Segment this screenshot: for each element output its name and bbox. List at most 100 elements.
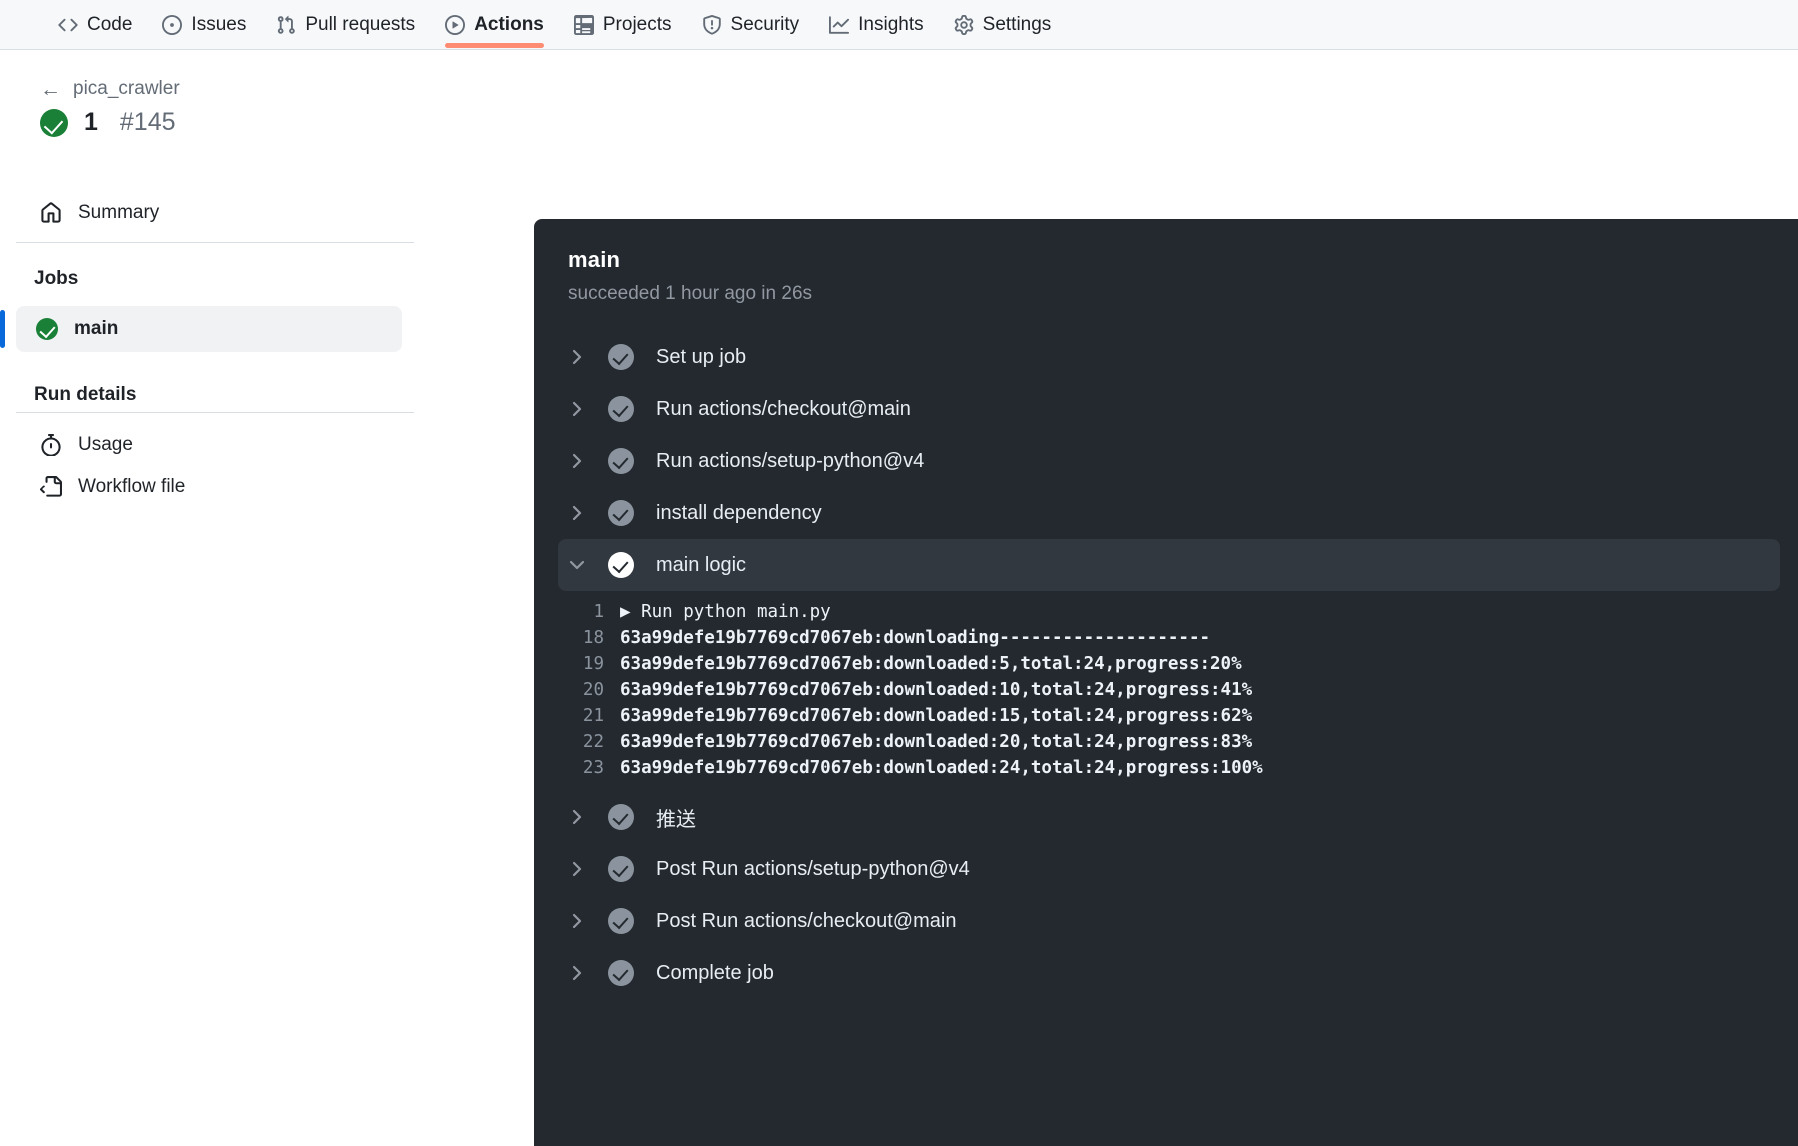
step-success-icon — [608, 960, 634, 986]
job-step-row[interactable]: install dependency — [534, 487, 1798, 539]
nav-item-pull-requests[interactable]: Pull requests — [276, 0, 415, 50]
log-line-text: 63a99defe19b7769cd7067eb:downloaded:5,to… — [620, 654, 1242, 674]
log-line-text: 63a99defe19b7769cd7067eb:downloaded:10,t… — [620, 680, 1253, 700]
step-output-console: 1 ▶ Run python main.py 18 63a99defe19b7769c… — [534, 591, 1798, 791]
chevron-down-icon[interactable] — [568, 556, 586, 574]
repo-name-label: pica_crawler — [73, 78, 180, 99]
play-icon — [445, 14, 466, 35]
run-success-icon — [40, 108, 68, 137]
run-name-label: 1 — [84, 108, 98, 136]
log-line-text: 63a99defe19b7769cd7067eb:downloading----… — [620, 628, 1211, 648]
chevron-right-icon[interactable] — [568, 860, 586, 878]
job-step-label: Post Run actions/setup-python@v4 — [656, 857, 970, 880]
log-line: 23 63a99defe19b7769cd7067eb:downloaded:24… — [534, 755, 1798, 781]
log-line-text: 63a99defe19b7769cd7067eb:downloaded:15,t… — [620, 706, 1253, 726]
nav-item-insights[interactable]: Insights — [829, 0, 924, 50]
log-line: 19 63a99defe19b7769cd7067eb:downloaded:5,… — [534, 651, 1798, 677]
nav-item-label: Pull requests — [305, 13, 416, 35]
sidebar-divider-bottom — [16, 412, 414, 413]
nav-item-label: Security — [730, 13, 800, 35]
run-sidebar: ← pica_crawler 1 #145 Summary Jobs main … — [0, 50, 480, 1146]
nav-item-label: Projects — [602, 13, 672, 35]
gear-icon — [954, 14, 974, 35]
step-success-icon — [608, 448, 634, 474]
job-step-label: Complete job — [656, 961, 774, 984]
sidebar-item-usage-label: Usage — [78, 434, 133, 455]
log-line-number: 18 — [582, 628, 604, 648]
graph-icon — [829, 15, 850, 35]
nav-item-label: Actions — [474, 13, 544, 35]
chevron-right-icon[interactable] — [568, 912, 586, 930]
sidebar-item-workflow-file[interactable]: Workflow file — [26, 464, 416, 510]
nav-item-settings[interactable]: Settings — [954, 0, 1051, 50]
log-line-text: 63a99defe19b7769cd7067eb:downloaded:24,t… — [620, 758, 1263, 778]
nav-item-label: Issues — [191, 13, 247, 35]
step-success-icon — [608, 804, 634, 830]
sidebar-divider-top — [16, 242, 414, 243]
log-line-number: 20 — [582, 680, 604, 700]
step-success-icon — [608, 856, 634, 882]
job-step-row[interactable]: Complete job — [534, 947, 1798, 999]
job-step-row[interactable]: Post Run actions/setup-python@v4 — [534, 843, 1798, 895]
run-title: 1 #145 — [40, 108, 176, 137]
stopwatch-icon — [40, 434, 62, 456]
sidebar-job-main-label: main — [74, 318, 119, 339]
shield-icon — [702, 14, 722, 35]
job-step-row[interactable]: Run actions/setup-python@v4 — [534, 435, 1798, 487]
nav-item-code[interactable]: Code — [58, 0, 132, 50]
job-step-label: main logic — [656, 553, 747, 576]
nav-item-issues[interactable]: Issues — [162, 0, 246, 50]
sidebar-item-workflow-file-label: Workflow file — [78, 476, 186, 497]
chevron-right-icon[interactable] — [568, 964, 586, 982]
job-step-label: Set up job — [656, 345, 747, 368]
sidebar-item-usage[interactable]: Usage — [26, 422, 416, 468]
code-icon — [58, 15, 78, 35]
job-step-row[interactable]: Run actions/checkout@main — [534, 383, 1798, 435]
log-line-text: 63a99defe19b7769cd7067eb:downloaded:20,t… — [620, 732, 1253, 752]
job-step-row[interactable]: 推送 — [534, 791, 1798, 843]
log-line-number: 22 — [582, 732, 604, 752]
nav-item-actions[interactable]: Actions — [445, 0, 544, 50]
sidebar-job-main[interactable]: main — [0, 306, 402, 352]
step-success-icon — [608, 396, 634, 422]
sidebar-item-summary-label: Summary — [78, 202, 160, 223]
arrow-left-icon: ← — [40, 77, 61, 101]
jobs-heading: Jobs — [34, 268, 79, 289]
job-step-label: Run actions/setup-python@v4 — [656, 449, 925, 472]
git-pull-request-icon — [276, 15, 296, 35]
back-to-repo-link[interactable]: ← pica_crawler — [40, 78, 180, 100]
job-step-label: 推送 — [656, 808, 696, 831]
log-line: 21 63a99defe19b7769cd7067eb:downloaded:15… — [534, 703, 1798, 729]
step-success-icon — [608, 344, 634, 370]
repo-navigation: Code Issues Pull requests Actions Projects Se… — [0, 0, 1798, 50]
log-line-number: 21 — [582, 706, 604, 726]
job-step-row[interactable]: Set up job — [534, 331, 1798, 383]
issue-opened-icon — [162, 14, 183, 35]
step-success-icon — [608, 552, 634, 578]
chevron-right-icon[interactable] — [568, 400, 586, 418]
chevron-right-icon[interactable] — [568, 808, 586, 826]
job-status-text: succeeded 1 hour ago in 26s — [568, 283, 813, 304]
nav-item-security[interactable]: Security — [702, 0, 800, 50]
chevron-right-icon[interactable] — [568, 504, 586, 522]
chevron-right-icon[interactable] — [568, 452, 586, 470]
log-line-number: 19 — [582, 654, 604, 674]
log-line-text: ▶ Run python main.py — [620, 602, 831, 622]
nav-item-projects[interactable]: Projects — [573, 0, 672, 50]
job-step-label: Run actions/checkout@main — [656, 397, 911, 420]
step-success-icon — [608, 500, 634, 526]
log-line: 18 63a99defe19b7769cd7067eb:downloading--… — [534, 625, 1798, 651]
job-step-row[interactable]: main logic — [558, 539, 1780, 591]
log-line: 20 63a99defe19b7769cd7067eb:downloaded:10… — [534, 677, 1798, 703]
run-details-heading: Run details — [34, 384, 137, 405]
nav-item-label: Insights — [858, 13, 924, 35]
job-step-label: install dependency — [656, 501, 822, 524]
job-success-icon — [36, 318, 58, 340]
job-step-row[interactable]: Post Run actions/checkout@main — [534, 895, 1798, 947]
sidebar-item-summary[interactable]: Summary — [26, 190, 416, 236]
log-line: 22 63a99defe19b7769cd7067eb:downloaded:20… — [534, 729, 1798, 755]
chevron-right-icon[interactable] — [568, 348, 586, 366]
job-steps-list: Set up job Run actions/checkout@main Run a… — [534, 331, 1798, 999]
log-line-number: 1 — [593, 602, 604, 622]
home-icon — [40, 202, 62, 224]
